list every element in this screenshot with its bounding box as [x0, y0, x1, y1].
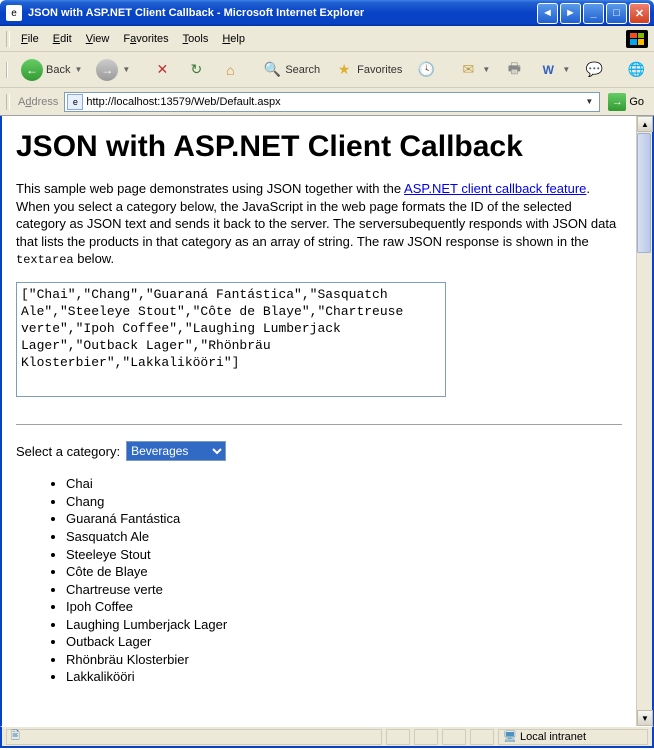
- intro-paragraph: This sample web page demonstrates using …: [16, 180, 622, 268]
- forward-icon: →: [96, 59, 118, 81]
- toolbar-handle[interactable]: [6, 62, 8, 78]
- history-button[interactable]: 🕓: [411, 57, 441, 83]
- textarea-code: textarea: [16, 253, 74, 267]
- status-pane: [470, 729, 494, 745]
- status-pane: [442, 729, 466, 745]
- globe-icon: 🌐: [626, 60, 646, 80]
- list-item: Chang: [66, 493, 622, 511]
- resize-left-button[interactable]: ◄: [537, 3, 558, 24]
- list-item: Côte de Blaye: [66, 563, 622, 581]
- list-item: Laughing Lumberjack Lager: [66, 616, 622, 634]
- list-item: Outback Lager: [66, 633, 622, 651]
- list-item: Sasquatch Ale: [66, 528, 622, 546]
- divider: [16, 424, 622, 425]
- address-field[interactable]: e http://localhost:13579/Web/Default.asp…: [64, 92, 600, 112]
- intranet-icon: 🖥: [503, 730, 517, 743]
- status-pane: [386, 729, 410, 745]
- list-item: Lakkalikööri: [66, 668, 622, 686]
- print-button[interactable]: 🖶: [499, 57, 529, 83]
- search-icon: 🔍: [262, 60, 282, 80]
- window-title: JSON with ASP.NET Client Callback - Micr…: [26, 7, 537, 19]
- home-icon: ⌂: [220, 60, 240, 80]
- list-item: Chartreuse verte: [66, 581, 622, 599]
- address-url: http://localhost:13579/Web/Default.aspx: [86, 96, 581, 108]
- search-button[interactable]: 🔍 Search: [257, 57, 325, 83]
- toolbar: ← Back ▼ → ▼ ✕ ↻ ⌂ 🔍 Search ★ Favorites …: [0, 52, 654, 88]
- status-pane-main: 🖹: [6, 729, 382, 745]
- page-status-icon: 🖹: [11, 727, 20, 746]
- discuss-icon: 💬: [584, 60, 604, 80]
- favorites-label: Favorites: [357, 64, 402, 76]
- security-zone-label: Local intranet: [520, 731, 586, 743]
- minimize-button[interactable]: _: [583, 3, 604, 24]
- menu-tools[interactable]: Tools: [176, 29, 216, 49]
- discuss-button[interactable]: 💬: [579, 57, 609, 83]
- list-item: Ipoh Coffee: [66, 598, 622, 616]
- status-pane: [414, 729, 438, 745]
- chevron-down-icon: ▼: [482, 65, 490, 74]
- json-response-textarea[interactable]: ["Chai","Chang","Guaraná Fantástica","Sa…: [16, 282, 446, 397]
- menu-view[interactable]: View: [79, 29, 117, 49]
- address-handle[interactable]: [6, 94, 10, 110]
- address-bar: Address e http://localhost:13579/Web/Def…: [0, 88, 654, 116]
- edit-button[interactable]: W▼: [533, 57, 575, 83]
- app-icon: e: [6, 5, 22, 21]
- search-label: Search: [285, 64, 320, 76]
- category-select[interactable]: Beverages: [126, 441, 226, 461]
- menu-favorites[interactable]: Favorites: [116, 29, 175, 49]
- window-titlebar: e JSON with ASP.NET Client Callback - Mi…: [0, 0, 654, 26]
- page-heading: JSON with ASP.NET Client Callback: [16, 130, 622, 164]
- list-item: Guaraná Fantástica: [66, 510, 622, 528]
- address-dropdown-icon[interactable]: ▼: [581, 97, 597, 106]
- maximize-button[interactable]: □: [606, 3, 627, 24]
- back-label: Back: [46, 64, 70, 76]
- status-bar: 🖹 🖥 Local intranet: [0, 726, 654, 748]
- vertical-scrollbar[interactable]: ▲ ▼: [636, 116, 652, 726]
- security-zone-pane: 🖥 Local intranet: [498, 729, 648, 745]
- list-item: Chai: [66, 475, 622, 493]
- go-icon: →: [608, 93, 626, 111]
- scroll-thumb[interactable]: [637, 133, 651, 253]
- refresh-button[interactable]: ↻: [181, 57, 211, 83]
- callback-link[interactable]: ASP.NET client callback feature: [404, 181, 586, 196]
- back-button[interactable]: ← Back ▼: [16, 56, 87, 84]
- favorites-button[interactable]: ★ Favorites: [329, 57, 407, 83]
- home-button[interactable]: ⌂: [215, 57, 245, 83]
- star-icon: ★: [334, 60, 354, 80]
- menu-bar: File Edit View Favorites Tools Help: [0, 26, 654, 52]
- go-button[interactable]: → Go: [604, 92, 648, 112]
- back-icon: ←: [21, 59, 43, 81]
- list-item: Rhönbräu Klosterbier: [66, 651, 622, 669]
- research-button[interactable]: 🌐: [621, 57, 651, 83]
- product-list: Chai Chang Guaraná Fantástica Sasquatch …: [16, 475, 622, 686]
- stop-button[interactable]: ✕: [147, 57, 177, 83]
- go-label: Go: [629, 96, 644, 108]
- chevron-down-icon: ▼: [122, 65, 130, 74]
- chevron-down-icon: ▼: [562, 65, 570, 74]
- windows-logo-icon: [626, 30, 648, 48]
- page-content: JSON with ASP.NET Client Callback This s…: [2, 116, 636, 726]
- mail-icon: ✉: [458, 60, 478, 80]
- list-item: Steeleye Stout: [66, 546, 622, 564]
- select-category-label: Select a category:: [16, 444, 120, 459]
- scroll-down-button[interactable]: ▼: [637, 710, 653, 726]
- resize-right-button[interactable]: ►: [560, 3, 581, 24]
- scroll-up-button[interactable]: ▲: [637, 116, 653, 132]
- page-icon: e: [67, 94, 83, 110]
- word-icon: W: [538, 60, 558, 80]
- menu-help[interactable]: Help: [215, 29, 252, 49]
- refresh-icon: ↻: [186, 60, 206, 80]
- menu-edit[interactable]: Edit: [46, 29, 79, 49]
- chevron-down-icon: ▼: [74, 65, 82, 74]
- stop-icon: ✕: [152, 60, 172, 80]
- address-label: Address: [18, 96, 60, 108]
- print-icon: 🖶: [504, 60, 524, 80]
- history-icon: 🕓: [416, 60, 436, 80]
- close-button[interactable]: ✕: [629, 3, 650, 24]
- menu-handle[interactable]: [6, 31, 10, 47]
- forward-button[interactable]: → ▼: [91, 56, 135, 84]
- mail-button[interactable]: ✉▼: [453, 57, 495, 83]
- menu-file[interactable]: File: [14, 29, 46, 49]
